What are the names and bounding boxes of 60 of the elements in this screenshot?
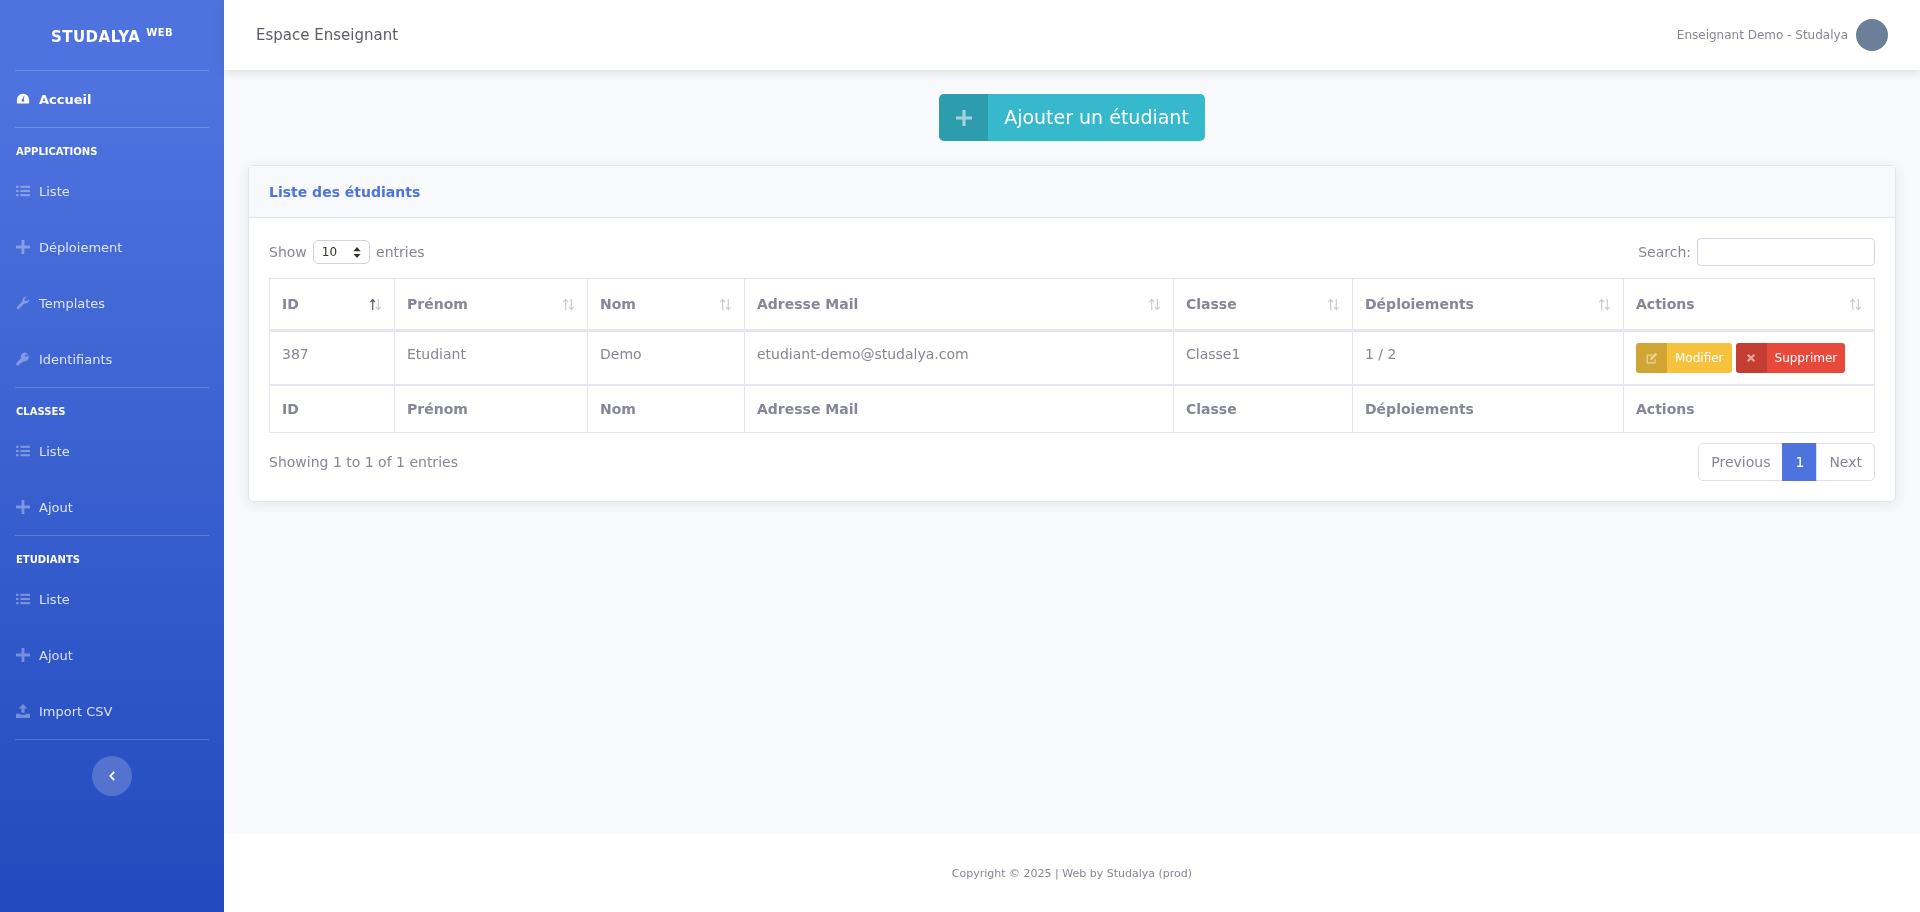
column-header[interactable]: ID <box>269 278 395 331</box>
entries-label: entries <box>376 244 425 260</box>
card-title: Liste des étudiants <box>269 183 421 200</box>
chevron-left-icon <box>108 771 116 781</box>
column-footer: ID <box>269 384 395 432</box>
show-label: Show <box>269 244 307 260</box>
gauge-icon <box>16 92 30 106</box>
search-label: Search: <box>1638 244 1691 260</box>
avatar-photo-placeholder[interactable] <box>1856 19 1888 51</box>
key-icon <box>16 352 30 366</box>
plus-icon <box>955 109 972 126</box>
column-header[interactable]: Déploiements <box>1352 278 1624 331</box>
plus-icon <box>16 500 30 514</box>
column-footer: Actions <box>1623 384 1875 432</box>
table-info: Showing 1 to 1 of 1 entries <box>269 453 458 470</box>
sidebar-heading: ETUDIANTS <box>15 553 81 567</box>
list-icon <box>16 592 30 606</box>
table-cell: 387 <box>269 330 395 385</box>
column-header[interactable]: Adresse Mail <box>744 278 1174 331</box>
column-header[interactable]: Classe <box>1173 278 1353 331</box>
sidebar-item[interactable]: Ajout <box>15 627 209 683</box>
close-icon <box>1746 353 1757 363</box>
brand-logo[interactable]: STUDALYA $^{WEB}$ <box>15 0 209 70</box>
column-header[interactable]: Actions <box>1623 278 1875 331</box>
column-footer: Nom <box>587 384 745 432</box>
wrench-icon <box>16 296 30 310</box>
user-name[interactable]: Enseignant Demo - Studalya <box>1676 28 1848 42</box>
sidebar-item[interactable]: Import CSV <box>15 683 209 739</box>
sidebar-item[interactable]: Identifiants <box>15 331 209 387</box>
pagination-button[interactable]: 1 <box>1782 442 1818 481</box>
list-icon <box>16 444 30 458</box>
entries-select[interactable]: 10 <box>312 240 371 264</box>
plus-icon <box>16 648 30 662</box>
sidebar-item[interactable]: Liste <box>15 423 209 479</box>
pagination-button[interactable]: Next <box>1816 442 1875 481</box>
column-footer: Déploiements <box>1352 384 1624 432</box>
upload-icon <box>16 704 30 718</box>
page-title: Espace Enseignant <box>256 26 400 44</box>
sidebar-item[interactable]: Déploiement <box>15 219 209 275</box>
sidebar-item[interactable]: Templates <box>15 275 209 331</box>
column-header[interactable]: Prénom <box>394 278 588 331</box>
sidebar-heading: CLASSES <box>15 405 67 419</box>
sidebar-heading: APPLICATIONS <box>15 145 99 159</box>
row-action-button[interactable]: Supprimer <box>1735 343 1846 373</box>
search-field[interactable] <box>1697 238 1875 266</box>
column-footer: Classe <box>1173 384 1353 432</box>
list-icon <box>16 184 30 198</box>
column-header[interactable]: Nom <box>587 278 745 331</box>
edit-icon <box>1645 351 1658 365</box>
copyright-text: Copyright © 2025 | Web by Studalya (prod) <box>951 866 1193 880</box>
sidebar-item[interactable]: Accueil <box>15 71 209 127</box>
sidebar-item[interactable]: Ajout <box>15 479 209 535</box>
sidebar-item[interactable]: Liste <box>15 163 209 219</box>
add-student-button[interactable]: Ajouter un étudiant <box>939 94 1205 141</box>
column-footer: Prénom <box>394 384 588 432</box>
column-footer: Adresse Mail <box>744 384 1174 432</box>
sidebar-item[interactable]: Liste <box>15 571 209 627</box>
sidebar-collapse-button[interactable] <box>92 756 132 796</box>
plus-icon <box>16 240 30 254</box>
select-arrows-icon <box>353 246 362 258</box>
